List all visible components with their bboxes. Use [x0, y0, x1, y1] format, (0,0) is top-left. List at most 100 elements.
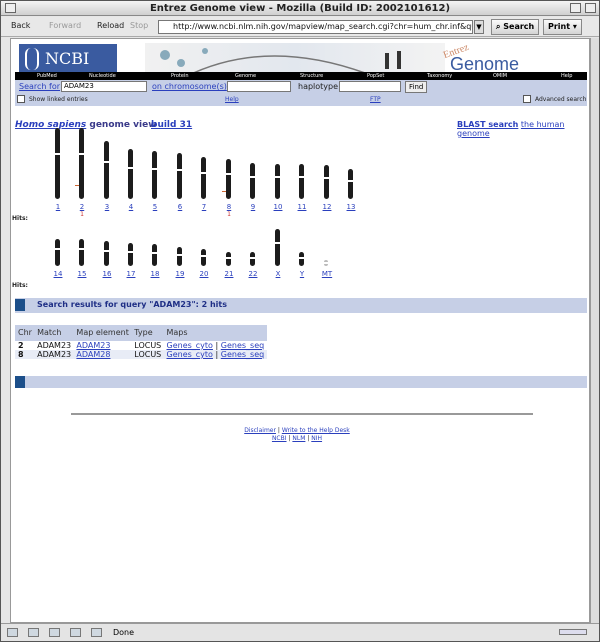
print-button[interactable]: Print ▾: [543, 19, 582, 35]
url-history-dropdown[interactable]: ▼: [474, 20, 484, 34]
map-element-link[interactable]: ADAM28: [76, 350, 110, 359]
chromosome-5[interactable]: [151, 151, 158, 199]
chromosome-20[interactable]: [200, 249, 207, 266]
reload-button[interactable]: Reload: [97, 21, 124, 30]
nlm-link[interactable]: NLM: [292, 435, 305, 442]
vertical-scrollbar[interactable]: [590, 38, 599, 623]
search-button[interactable]: ⌕ Search: [491, 19, 540, 35]
chromosome-label-2[interactable]: 2: [72, 203, 92, 211]
chromosome-label-7[interactable]: 7: [194, 203, 214, 211]
chromosome-label-17[interactable]: 17: [121, 270, 141, 278]
chromosome-label-5[interactable]: 5: [145, 203, 165, 211]
chromosome-1[interactable]: [54, 128, 61, 199]
blast-link[interactable]: BLAST search the human genome: [457, 120, 589, 138]
navigator-icon[interactable]: [7, 628, 18, 637]
chromosome-label-10[interactable]: 10: [268, 203, 288, 211]
chromosome-18[interactable]: [151, 244, 158, 266]
chromosome-label-9[interactable]: 9: [243, 203, 263, 211]
genes-cyto-link[interactable]: Genes_cyto: [167, 350, 213, 359]
chromosome-7[interactable]: [200, 157, 207, 199]
menu-genome[interactable]: Genome: [235, 72, 256, 80]
chromosome-15[interactable]: [78, 239, 85, 266]
chromosome-label-20[interactable]: 20: [194, 270, 214, 278]
chromosome-X[interactable]: [274, 229, 281, 266]
chromosome-label-21[interactable]: 21: [219, 270, 239, 278]
chromosome-9[interactable]: [249, 163, 256, 199]
composer-icon[interactable]: [49, 628, 60, 637]
chromosome-MT[interactable]: [323, 260, 330, 266]
chromosome-22[interactable]: [249, 252, 256, 266]
chromosome-label-18[interactable]: 18: [145, 270, 165, 278]
mail-icon[interactable]: [28, 628, 39, 637]
chromosome-label-4[interactable]: 4: [121, 203, 141, 211]
build-link[interactable]: build 31: [151, 120, 192, 130]
ncbi-link[interactable]: NCBI: [272, 435, 287, 442]
chromosome-label-8[interactable]: 8: [219, 203, 239, 211]
stop-button[interactable]: Stop: [130, 21, 148, 30]
haplotype-input[interactable]: [339, 81, 401, 92]
ncbi-logo[interactable]: NCBI: [19, 44, 117, 74]
url-field[interactable]: http://www.ncbi.nlm.nih.gov/mapview/map_…: [158, 20, 473, 34]
chromosome-input[interactable]: [227, 81, 291, 92]
map-element-link[interactable]: ADAM23: [76, 341, 110, 350]
chromosome-21[interactable]: [225, 252, 232, 266]
chromosome-3[interactable]: [103, 141, 110, 199]
species-link[interactable]: Homo sapiens: [15, 120, 86, 130]
chromosome-17[interactable]: [127, 243, 134, 266]
chromosome-4[interactable]: [127, 149, 134, 199]
advanced-search-checkbox[interactable]: [523, 95, 531, 103]
show-linked-checkbox[interactable]: [17, 95, 25, 103]
chromosome-label-X[interactable]: X: [268, 270, 288, 278]
chromosome-label-MT[interactable]: MT: [317, 270, 337, 278]
menu-nucleotide[interactable]: Nucleotide: [89, 72, 116, 80]
chromosome-16[interactable]: [103, 241, 110, 266]
window-titlebar[interactable]: Entrez Genome view - Mozilla (Build ID: …: [1, 1, 599, 16]
menu-protein[interactable]: Protein: [171, 72, 189, 80]
chromosome-label-16[interactable]: 16: [97, 270, 117, 278]
menu-help[interactable]: Help: [561, 72, 572, 80]
close-window-icon[interactable]: [5, 3, 16, 13]
chromosome-13[interactable]: [347, 169, 354, 199]
chromosome-label-1[interactable]: 1: [48, 203, 68, 211]
chromosome-label-14[interactable]: 14: [48, 270, 68, 278]
collapse-window-icon[interactable]: [585, 3, 596, 13]
chromosome-label-6[interactable]: 6: [170, 203, 190, 211]
chromosome-19[interactable]: [176, 247, 183, 266]
hit-count-2[interactable]: 1: [72, 211, 92, 218]
genes-seq-link[interactable]: Genes_seq: [221, 350, 264, 359]
chromosome-label-Y[interactable]: Y: [292, 270, 312, 278]
menu-omim[interactable]: OMIM: [493, 72, 507, 80]
zoom-window-icon[interactable]: [570, 3, 581, 13]
chromosome-label-19[interactable]: 19: [170, 270, 190, 278]
genes-seq-link[interactable]: Genes_seq: [221, 341, 264, 350]
menu-popset[interactable]: PopSet: [367, 72, 384, 80]
disclaimer-link[interactable]: Disclaimer: [244, 427, 276, 434]
menu-pubmed[interactable]: PubMed: [37, 72, 57, 80]
forward-button[interactable]: Forward: [49, 21, 81, 30]
query-input[interactable]: ADAM23: [61, 81, 147, 92]
menu-structure[interactable]: Structure: [300, 72, 323, 80]
chromosome-2[interactable]: [75, 128, 85, 199]
chromosome-14[interactable]: [54, 239, 61, 266]
find-button[interactable]: Find: [405, 81, 428, 93]
genes-cyto-link[interactable]: Genes_cyto: [167, 341, 213, 350]
chromosome-label-11[interactable]: 11: [292, 203, 312, 211]
chromosome-10[interactable]: [274, 164, 281, 199]
chromosome-6[interactable]: [176, 153, 183, 199]
back-button[interactable]: Back: [11, 21, 30, 30]
chromosome-12[interactable]: [323, 165, 330, 199]
chromosome-8[interactable]: [222, 159, 232, 199]
on-chromosome-link[interactable]: on chromosome(s): [152, 82, 227, 91]
nih-link[interactable]: NIH: [311, 435, 322, 442]
help-desk-link[interactable]: Write to the Help Desk: [282, 427, 350, 434]
chromosome-label-12[interactable]: 12: [317, 203, 337, 211]
chromosome-Y[interactable]: [298, 252, 305, 266]
chromosome-label-22[interactable]: 22: [243, 270, 263, 278]
address-book-icon[interactable]: [70, 628, 81, 637]
ftp-link[interactable]: FTP: [370, 96, 381, 103]
menu-taxonomy[interactable]: Taxonomy: [427, 72, 452, 80]
chromosome-11[interactable]: [298, 164, 305, 199]
search-for-link[interactable]: Search for: [19, 82, 60, 91]
hit-count-8[interactable]: 1: [219, 211, 239, 218]
help-link[interactable]: Help: [225, 96, 239, 103]
